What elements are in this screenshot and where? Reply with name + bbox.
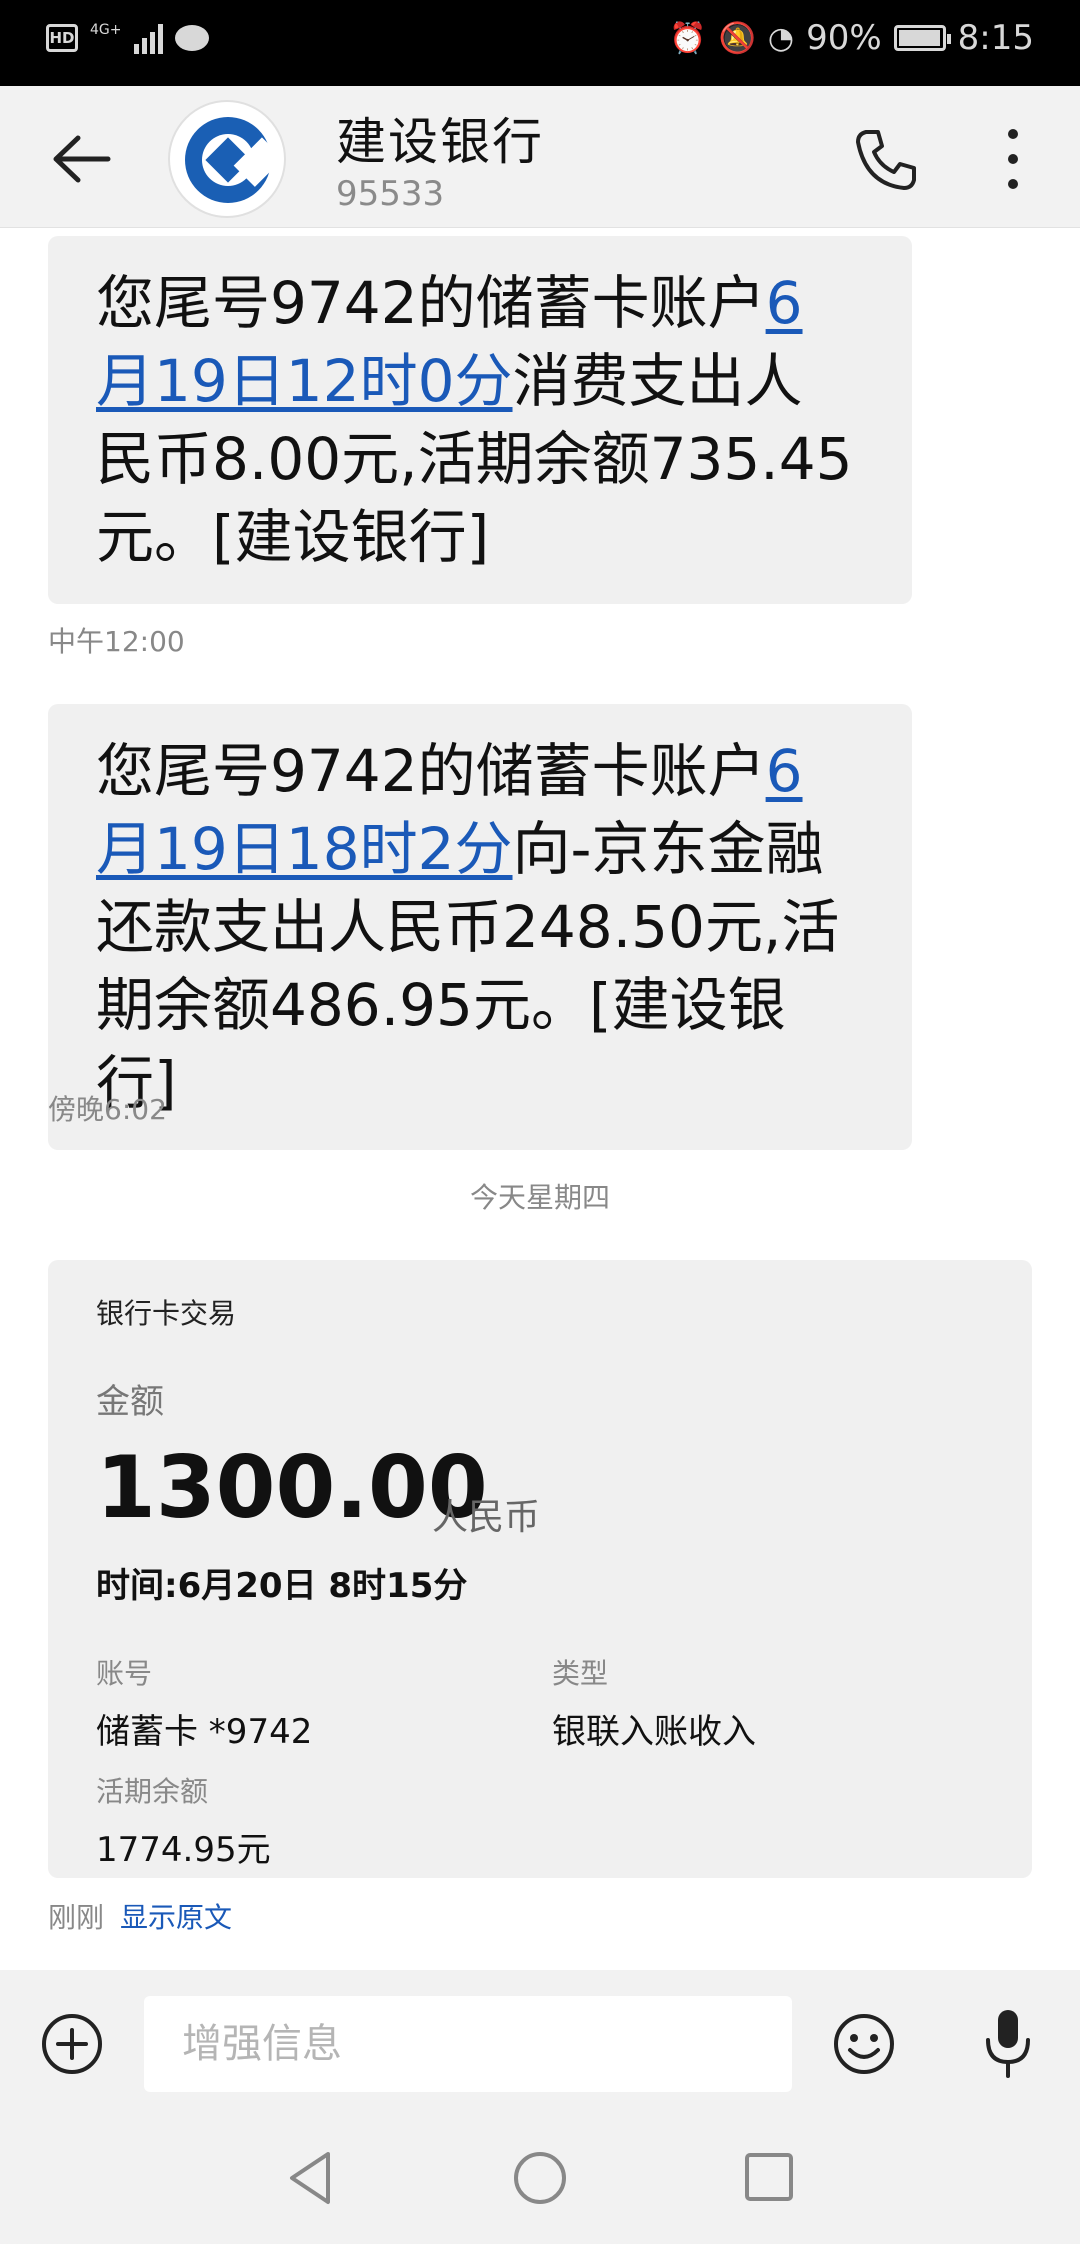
currency-label: 人民币 [432, 1497, 541, 1538]
contact-number: 95533 [336, 174, 445, 214]
alarm-icon: ⏰ [669, 20, 707, 56]
message-line: 您尾号9742的储蓄卡账户6 [96, 732, 864, 810]
nav-recent-apps-icon[interactable] [742, 2150, 796, 2204]
date-link[interactable]: 6 [766, 269, 803, 337]
mute-icon: 🔕 [718, 20, 756, 56]
balance-label: 活期余额 [96, 1775, 209, 1808]
contact-avatar[interactable] [168, 100, 286, 218]
date-link[interactable]: 月19日12时0分 [96, 347, 513, 415]
transaction-title: 银行卡交易 [96, 1297, 237, 1330]
type-label: 类型 [552, 1657, 609, 1690]
phone-icon[interactable] [852, 124, 922, 194]
back-arrow-icon[interactable] [48, 126, 114, 192]
show-original-link[interactable]: 显示原文 [120, 1896, 232, 1936]
day-divider: 今天星期四 [469, 1181, 610, 1214]
message-timestamp: 中午12:00 [48, 625, 185, 658]
message-line: 民币8.00元,活期余额735.45 [96, 425, 853, 493]
message-timestamp: 傍晚6:02 [48, 1093, 167, 1126]
transaction-time: 时间:6月20日 8时15分 [96, 1566, 468, 1606]
add-icon[interactable] [40, 2012, 104, 2076]
clock: 8:15 [957, 18, 1034, 58]
battery-percent: 90% [806, 18, 882, 58]
balance-value: 1774.95元 [96, 1830, 271, 1870]
message-line: 月19日18时2分向-京东金融 [96, 810, 864, 888]
message-line: 您尾号9742的储蓄卡账户6 [96, 264, 864, 342]
system-navigation-bar [0, 2114, 1080, 2244]
message-text: 消费支出人 [512, 347, 803, 415]
message-text: 您尾号9742的储蓄卡账户 [96, 737, 766, 805]
message-timestamp: 刚刚 [48, 1901, 105, 1934]
nav-back-icon[interactable] [284, 2148, 336, 2208]
message-bubble[interactable]: 您尾号9742的储蓄卡账户6 月19日12时0分消费支出人 民币8.00元,活期… [48, 236, 912, 604]
hd-icon: HD [46, 24, 78, 52]
date-link[interactable]: 6 [766, 737, 803, 805]
message-line: 元。[建设银行] [96, 503, 490, 571]
bank-logo-icon [185, 117, 272, 203]
status-bar: HD 4G+ ⏰ 🔕 ◔ 90% 8:15 [0, 0, 1080, 86]
battery-icon [893, 25, 951, 51]
contact-name: 建设银行 [336, 113, 544, 171]
more-vertical-icon[interactable] [998, 126, 1028, 192]
message-input[interactable] [144, 1996, 792, 2092]
amount-label: 金额 [96, 1382, 164, 1422]
emoji-icon[interactable] [832, 2012, 896, 2076]
account-label: 账号 [96, 1657, 153, 1690]
account-value: 储蓄卡 *9742 [96, 1712, 313, 1752]
message-bubble-icon [174, 25, 209, 51]
message-text: 向-京东金融 [512, 815, 824, 883]
transaction-card[interactable]: 银行卡交易 金额 1300.00 人民币 时间:6月20日 8时15分 账号 储… [48, 1260, 1032, 1878]
compose-bar [0, 1970, 1080, 2114]
message-line: 还款支出人民币248.50元,活 [96, 893, 840, 961]
network-type-label: 4G+ [90, 22, 122, 38]
message-bubble[interactable]: 您尾号9742的储蓄卡账户6 月19日18时2分向-京东金融 还款支出人民币24… [48, 704, 912, 1150]
nav-home-icon[interactable] [512, 2150, 568, 2206]
message-line: 期余额486.95元。[建设银行] [96, 971, 786, 1117]
conversation-header: 建设银行 95533 [0, 86, 1080, 228]
speed-icon: ◔ [767, 20, 795, 56]
message-text: 您尾号9742的储蓄卡账户 [96, 269, 766, 337]
signal-icon [133, 22, 163, 54]
type-value: 银联入账收入 [552, 1712, 756, 1752]
message-status-row: 刚刚 显示原文 [48, 1896, 232, 1936]
battery-fill [898, 30, 941, 46]
message-line: 月19日12时0分消费支出人 [96, 342, 864, 420]
date-link[interactable]: 月19日18时2分 [96, 815, 513, 883]
amount-value: 1300.00 [96, 1438, 488, 1538]
microphone-icon[interactable] [980, 2006, 1036, 2082]
status-bar-left: HD 4G+ [46, 22, 209, 54]
status-bar-right: ⏰ 🔕 ◔ 90% 8:15 [669, 18, 1034, 58]
